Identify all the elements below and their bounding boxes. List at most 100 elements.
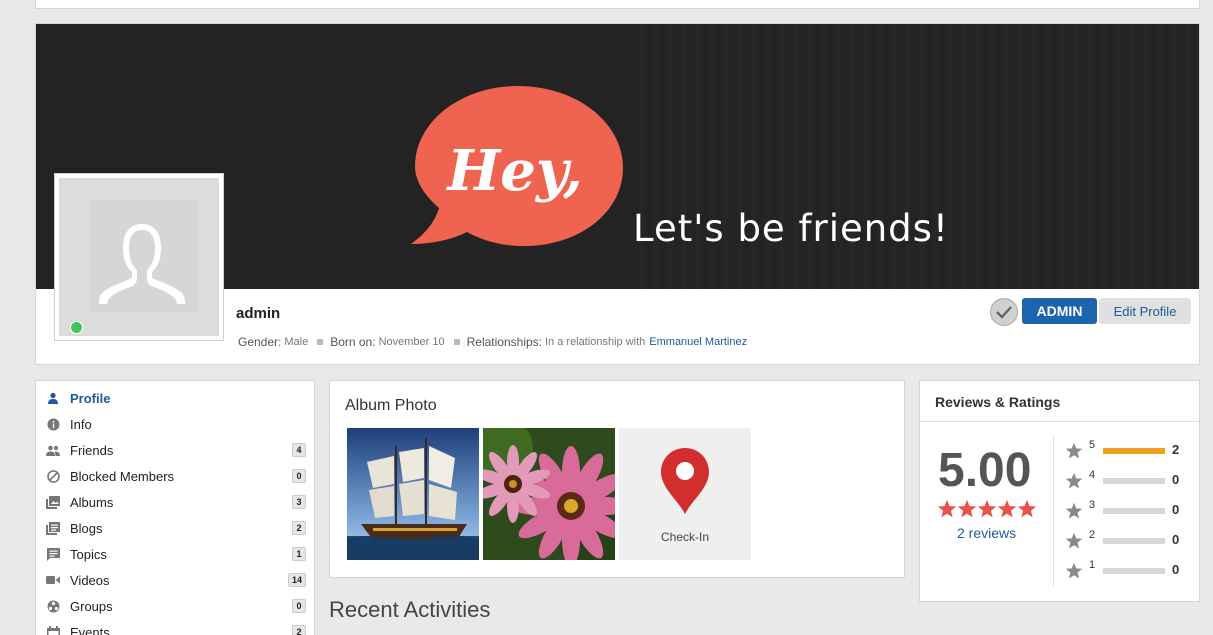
user-silhouette-icon (99, 224, 185, 304)
sidebar-item-label: Info (70, 416, 92, 432)
sidebar-item-label: Blocked Members (70, 468, 175, 484)
blocked-icon (46, 469, 60, 483)
edit-profile-button[interactable]: Edit Profile (1099, 298, 1191, 324)
sidebar-item-blogs[interactable]: Blogs 2 (36, 515, 314, 541)
calendar-icon (46, 625, 60, 635)
rating-bar (1103, 448, 1165, 454)
rating-star-level: 4 (1089, 469, 1096, 481)
rating-bar-fill (1103, 448, 1165, 454)
sidebar-item-count: 14 (287, 573, 306, 587)
check-in-photo[interactable]: Check-In (619, 428, 751, 560)
sidebar-item-count: 0 (292, 469, 306, 483)
star-icon (957, 499, 977, 518)
star-icon (997, 499, 1017, 518)
rating-star-level: 1 (1089, 559, 1096, 571)
rating-bar (1103, 478, 1165, 484)
star-icon (1017, 499, 1037, 518)
sidebar-item-albums[interactable]: Albums 3 (36, 489, 314, 515)
admin-button[interactable]: ADMIN (1022, 298, 1097, 324)
reviews-count-link[interactable]: 2 reviews (957, 525, 1016, 541)
gender-value: Male (284, 336, 309, 348)
profile-meta: Gender: Male Born on: November 10 Relati… (238, 335, 747, 349)
groups-icon (46, 599, 60, 613)
online-status-dot (70, 321, 83, 334)
sidebar-item-label: Events (70, 624, 110, 635)
sidebar-item-label: Profile (70, 390, 111, 406)
sidebar-item-count: 2 (292, 521, 306, 535)
rating-star-level: 3 (1089, 499, 1096, 511)
blogs-icon (46, 521, 60, 535)
average-star-rating (937, 499, 1037, 519)
star-icon (1065, 532, 1083, 549)
sidebar-item-label: Topics (70, 546, 107, 562)
recent-activities-title: Recent Activities (329, 597, 491, 622)
rating-count: 0 (1172, 532, 1180, 547)
meta-separator (317, 339, 324, 345)
friends-icon (46, 443, 60, 457)
rating-bar (1103, 508, 1165, 514)
rating-row-5[interactable]: 52 (1065, 439, 1185, 463)
person-icon (46, 391, 60, 405)
star-icon (1065, 472, 1083, 489)
sidebar-item-label: Blogs (70, 520, 103, 536)
profile-name[interactable]: admin (236, 305, 280, 322)
rating-row-3[interactable]: 30 (1065, 499, 1185, 523)
map-pin-icon (661, 448, 709, 514)
sidebar-item-count: 4 (292, 443, 306, 457)
sidebar-item-count: 2 (292, 625, 306, 635)
born-value: November 10 (378, 336, 445, 348)
meta-separator (453, 339, 460, 345)
video-icon (46, 573, 60, 587)
sailing-ship-photo[interactable] (347, 428, 479, 560)
sidebar-item-count: 0 (292, 599, 306, 613)
speech-bubble: Hey, (411, 86, 623, 247)
rating-row-1[interactable]: 10 (1065, 559, 1185, 583)
sidebar-item-events[interactable]: Events 2 (36, 619, 314, 635)
avatar[interactable] (54, 173, 224, 341)
star-icon (977, 499, 997, 518)
star-icon (1065, 442, 1083, 459)
profile-header-card: Hey, Let's be friends! admin Gender: Mal… (35, 23, 1200, 365)
rating-star-level: 2 (1089, 529, 1096, 541)
album-photo-card: Album Photo Check-In (329, 380, 905, 578)
rating-bar (1103, 538, 1165, 544)
sidebar-item-blocked-members[interactable]: Blocked Members 0 (36, 463, 314, 489)
relationship-partner-link[interactable]: Emmanuel Martinez (649, 336, 747, 348)
info-icon (46, 417, 60, 431)
pink-flowers-photo[interactable] (483, 428, 615, 560)
sidebar-item-videos[interactable]: Videos 14 (36, 567, 314, 593)
gender-label: Gender: (238, 335, 282, 349)
verified-button[interactable] (990, 298, 1018, 326)
rating-bar (1103, 568, 1165, 574)
sidebar-item-label: Videos (70, 572, 110, 588)
albums-icon (46, 495, 60, 509)
reviews-ratings-card: Reviews & Ratings 5.00 2 reviews 5240302… (919, 380, 1200, 602)
rating-row-2[interactable]: 20 (1065, 529, 1185, 553)
checkmark-icon (996, 306, 1012, 319)
reviews-title: Reviews & Ratings (920, 381, 1199, 422)
born-label: Born on: (330, 335, 376, 349)
star-icon (937, 499, 957, 518)
sidebar-item-label: Groups (70, 598, 113, 614)
sidebar-item-label: Albums (70, 494, 114, 510)
rating-row-4[interactable]: 40 (1065, 469, 1185, 493)
sidebar-item-topics[interactable]: Topics 1 (36, 541, 314, 567)
rating-star-level: 5 (1089, 439, 1096, 451)
sidebar-item-info[interactable]: Info (36, 411, 314, 437)
average-score: 5.00 (938, 444, 1032, 497)
sidebar-item-label: Friends (70, 442, 114, 458)
rating-count: 2 (1172, 442, 1180, 457)
sidebar-item-friends[interactable]: Friends 4 (36, 437, 314, 463)
sidebar-item-groups[interactable]: Groups 0 (36, 593, 314, 619)
profile-sidebar-menu: Profile Info Friends 4 Blocked Members 0… (35, 380, 315, 635)
cover-tagline: Let's be friends! (633, 207, 949, 250)
album-title: Album Photo (345, 397, 437, 414)
sidebar-item-profile[interactable]: Profile (36, 385, 314, 411)
relationship-value: In a relationship with (545, 336, 646, 348)
sidebar-item-count: 1 (292, 547, 306, 561)
rating-count: 0 (1172, 472, 1180, 487)
star-icon (1065, 502, 1083, 519)
check-in-label: Check-In (660, 530, 710, 544)
reviews-divider (1053, 436, 1054, 586)
star-icon (1065, 562, 1083, 579)
